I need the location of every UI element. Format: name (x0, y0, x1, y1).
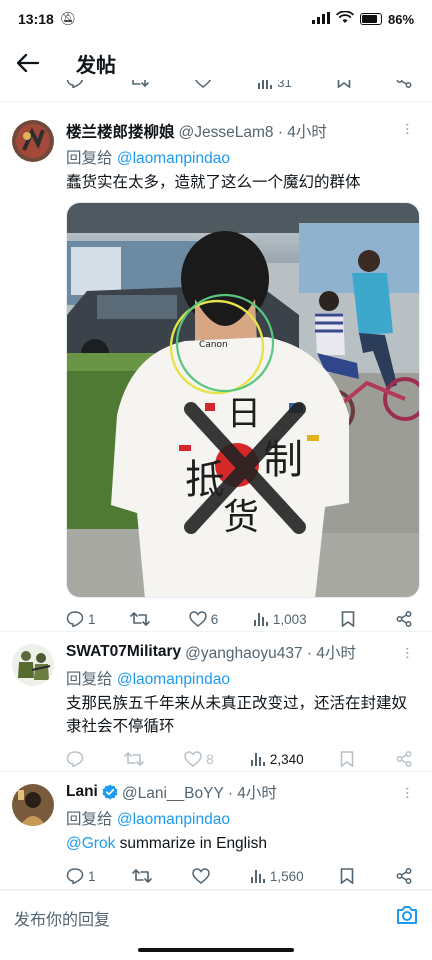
retweet-button[interactable] (130, 611, 154, 627)
previous-post-actions: 31 (0, 80, 432, 102)
reply-button[interactable]: 1 (66, 611, 96, 627)
reply-mention-link[interactable]: @laomanpindao (117, 811, 230, 828)
retweet-button[interactable] (131, 868, 156, 884)
reply-mention-link[interactable]: @laomanpindao (117, 150, 230, 167)
reply-mention-link[interactable]: @laomanpindao (117, 671, 230, 688)
reply-to-line: 回复给 @laomanpindao (66, 807, 416, 829)
shirt-glyph-1: 日 (227, 394, 261, 434)
views-button[interactable]: 1,560 (250, 868, 304, 884)
post-author-row: SWAT07Military @yanghaoyu437 · 4小时 (66, 641, 416, 663)
share-button[interactable] (396, 751, 416, 767)
like-icon (189, 611, 207, 627)
like-button[interactable]: 6 (189, 611, 218, 627)
shirt-camera-text: Canon (199, 340, 228, 350)
wifi-icon (335, 10, 354, 27)
reply-label: 回复给 (66, 150, 113, 167)
bookmark-button[interactable] (340, 751, 360, 767)
share-icon (396, 868, 412, 884)
reply-input-placeholder[interactable]: 发布你的回复 (14, 906, 110, 930)
photo-street-scene: Canon 日 抵 制 货 (67, 203, 419, 597)
reply-label: 回复给 (66, 811, 113, 828)
post-author-row: Lani @Lani__BoYY · 4小时 (66, 781, 416, 803)
status-time: 13:18 (18, 11, 54, 27)
author-handle-time: @Lani__BoYY · 4小时 (121, 785, 277, 802)
post-photo[interactable]: Canon 日 抵 制 货 (66, 202, 420, 598)
retweet-icon (124, 751, 144, 767)
post-actions: 1 6 1,003 (66, 608, 416, 630)
like-icon[interactable] (194, 80, 212, 92)
reply-icon (66, 751, 84, 767)
retweet-icon (131, 868, 152, 884)
reply-button[interactable]: 1 (66, 868, 96, 884)
avatar[interactable] (12, 644, 54, 686)
reply-post[interactable]: ··· 楼兰楼郎搂柳娘 @JesseLam8 · 4小时 回复给 @laoman… (0, 108, 432, 632)
reply-to-line: 回复给 @laomanpindao (66, 146, 416, 168)
author-name[interactable]: 楼兰楼郎搂柳娘 (66, 120, 175, 142)
share-icon[interactable] (396, 80, 412, 92)
like-button[interactable] (192, 868, 214, 884)
reply-icon (66, 868, 84, 884)
bookmark-button[interactable] (341, 611, 361, 627)
views-icon (250, 868, 266, 884)
post-text: 蠢货实在太多，造就了这么一个魔幻的群体 (66, 174, 361, 191)
views-icon (253, 611, 269, 627)
camera-icon[interactable] (396, 905, 418, 930)
page-title: 发帖 (76, 54, 116, 77)
battery-percent: 86% (387, 11, 414, 27)
reply-composer[interactable]: 发布你的回复 (0, 890, 432, 944)
reply-to-line: 回复给 @laomanpindao (66, 667, 416, 689)
author-handle-time: @JesseLam8 · 4小时 (178, 124, 327, 141)
author-handle-time: @yanghaoyu437 · 4小时 (185, 645, 356, 662)
shirt-glyph-4: 货 (223, 497, 259, 538)
bookmark-button[interactable] (340, 868, 360, 884)
like-icon (192, 868, 210, 884)
post-author-row: 楼兰楼郎搂柳娘 @JesseLam8 · 4小时 (66, 120, 416, 142)
views-button[interactable]: 2,340 (250, 751, 304, 767)
status-right: 86% (311, 10, 414, 27)
views-button[interactable]: 1,003 (253, 611, 307, 627)
post-actions: 8 2,340 (66, 748, 416, 770)
verified-icon (102, 784, 118, 800)
share-button[interactable] (396, 611, 416, 627)
like-button[interactable]: 8 (184, 751, 214, 767)
post-text-rest: summarize in English (115, 835, 267, 852)
reply-post[interactable]: ··· Lani @Lani__BoYY · 4小时 回复给 @laomanpi… (0, 772, 432, 890)
share-button[interactable] (396, 868, 416, 884)
bookmark-icon[interactable] (337, 80, 351, 92)
post-text: @Grok summarize in English (66, 832, 416, 855)
signal-icon (311, 11, 330, 27)
reply-button[interactable] (66, 751, 88, 767)
reply-label: 回复给 (66, 671, 113, 688)
mute-icon: 🔕︎ (59, 11, 77, 26)
avatar[interactable] (12, 784, 54, 826)
grok-mention-link[interactable]: @Grok (66, 835, 115, 852)
share-icon (396, 611, 412, 627)
views-counter[interactable]: 31 (257, 80, 292, 92)
post-text: 支那民族五千年来从未真正改变过，还活在封建奴隶社会不停循环 (66, 695, 408, 735)
reply-post[interactable]: ··· SWAT07Military @yanghaoyu437 · 4小时 回… (0, 632, 432, 772)
reply-icon[interactable] (66, 80, 84, 92)
battery-icon (359, 13, 382, 25)
share-icon (396, 751, 412, 767)
gesture-home-bar (138, 948, 294, 952)
reply-icon (66, 611, 84, 627)
author-name[interactable]: Lani (66, 783, 98, 801)
retweet-icon (130, 611, 150, 627)
like-icon (184, 751, 203, 767)
bookmark-icon (340, 751, 354, 767)
status-bar: 13:18 🔕︎ 86% (0, 0, 432, 38)
bookmark-icon (341, 611, 355, 627)
retweet-icon[interactable] (129, 80, 149, 92)
retweet-button[interactable] (124, 751, 148, 767)
post-actions: 1 1,560 (66, 865, 416, 887)
bookmark-icon (340, 868, 354, 884)
avatar[interactable] (12, 120, 54, 162)
views-icon (250, 751, 266, 767)
author-name[interactable]: SWAT07Military (66, 643, 181, 661)
